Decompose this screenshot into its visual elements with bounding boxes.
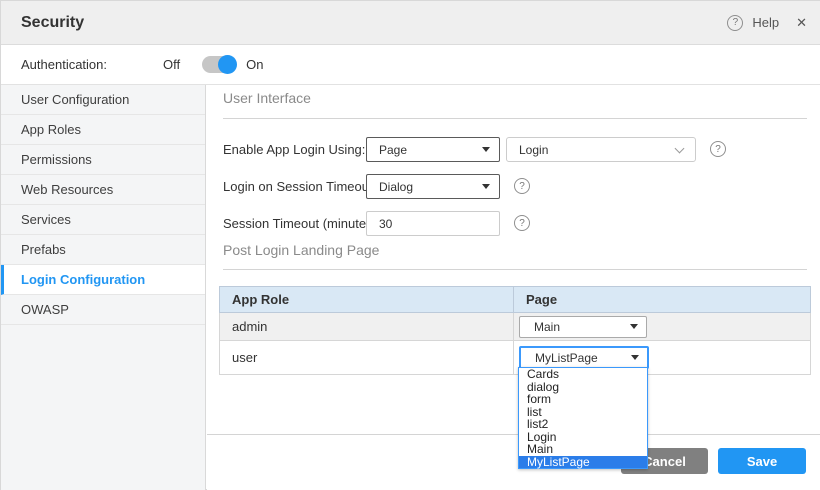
toggle-off-label: Off	[163, 57, 180, 72]
toggle-on-label: On	[246, 57, 263, 72]
dropdown-option-list2[interactable]: list2	[519, 418, 647, 431]
close-icon[interactable]: ✕	[796, 15, 807, 31]
sidebar-item-prefabs[interactable]: Prefabs	[1, 235, 205, 265]
session-timeout-mode-select[interactable]: Dialog	[366, 174, 500, 199]
security-dialog: Security ? Help ✕ Authentication: Off On…	[0, 0, 820, 490]
authentication-bar: Authentication: Off On	[1, 45, 820, 85]
column-header-page: Page	[514, 287, 811, 313]
page-select-user-value: MyListPage	[535, 351, 598, 365]
sidebar-item-web-resources[interactable]: Web Resources	[1, 175, 205, 205]
help-icon-enable-login[interactable]: ?	[710, 141, 726, 157]
session-timeout-minutes-input[interactable]	[366, 211, 500, 236]
help-link[interactable]: Help	[752, 15, 779, 30]
footer-divider	[207, 434, 820, 435]
app-role-cell-user: user	[220, 341, 514, 375]
section-title-user-interface: User Interface	[223, 90, 311, 106]
sidebar-item-user-configuration[interactable]: User Configuration	[1, 85, 205, 115]
sidebar-item-permissions[interactable]: Permissions	[1, 145, 205, 175]
page-select-admin-value: Main	[534, 320, 560, 334]
landing-page-table: App Role Page admin Main user MyListPage	[219, 286, 811, 375]
sidebar-item-owasp[interactable]: OWASP	[1, 295, 205, 325]
session-timeout-mode-label: Login on Session Timeout:	[223, 174, 376, 200]
caret-down-icon	[631, 355, 639, 360]
column-header-app-role: App Role	[220, 287, 514, 313]
table-row: user MyListPage	[220, 341, 811, 375]
page-select-admin[interactable]: Main	[519, 316, 647, 338]
help-circle-icon[interactable]: ?	[727, 15, 743, 31]
session-timeout-minutes-label: Session Timeout (minutes):	[223, 211, 381, 237]
login-page-combobox[interactable]: Login	[506, 137, 696, 162]
divider	[223, 118, 807, 119]
dropdown-option-mylistpage[interactable]: MyListPage	[519, 456, 647, 469]
help-icon-session-timeout-minutes[interactable]: ?	[514, 215, 530, 231]
title-bar: Security ? Help ✕	[1, 1, 820, 45]
caret-down-icon	[630, 324, 638, 329]
sidebar-item-app-roles[interactable]: App Roles	[1, 115, 205, 145]
login-page-value: Login	[519, 143, 548, 157]
login-type-value: Page	[379, 143, 407, 157]
section-title-post-login: Post Login Landing Page	[223, 242, 379, 258]
caret-down-icon	[482, 184, 490, 189]
dropdown-option-cards[interactable]: Cards	[519, 368, 647, 381]
session-timeout-mode-value: Dialog	[379, 180, 413, 194]
login-type-select[interactable]: Page	[366, 137, 500, 162]
help-icon-session-timeout-mode[interactable]: ?	[514, 178, 530, 194]
page-title: Security	[21, 14, 84, 32]
dropdown-option-form[interactable]: form	[519, 393, 647, 406]
page-select-dropdown-list: Cards dialog form list list2 Login Main …	[518, 367, 648, 469]
table-row: admin Main	[220, 313, 811, 341]
authentication-toggle[interactable]	[202, 56, 236, 73]
sidebar-item-login-configuration[interactable]: Login Configuration	[1, 265, 205, 295]
main-content: User Interface Enable App Login Using: P…	[207, 85, 820, 490]
authentication-label: Authentication:	[21, 57, 107, 72]
enable-app-login-label: Enable App Login Using:	[223, 137, 365, 163]
save-button[interactable]: Save	[718, 448, 806, 474]
table-header-row: App Role Page	[220, 287, 811, 313]
sidebar-item-services[interactable]: Services	[1, 205, 205, 235]
chevron-down-icon	[675, 144, 685, 154]
divider	[223, 269, 807, 270]
dropdown-option-main[interactable]: Main	[519, 443, 647, 456]
toggle-knob-icon	[218, 55, 237, 74]
caret-down-icon	[482, 147, 490, 152]
sidebar: User Configuration App Roles Permissions…	[1, 85, 206, 490]
app-role-cell-admin: admin	[220, 313, 514, 341]
page-select-user[interactable]: MyListPage	[519, 346, 649, 369]
